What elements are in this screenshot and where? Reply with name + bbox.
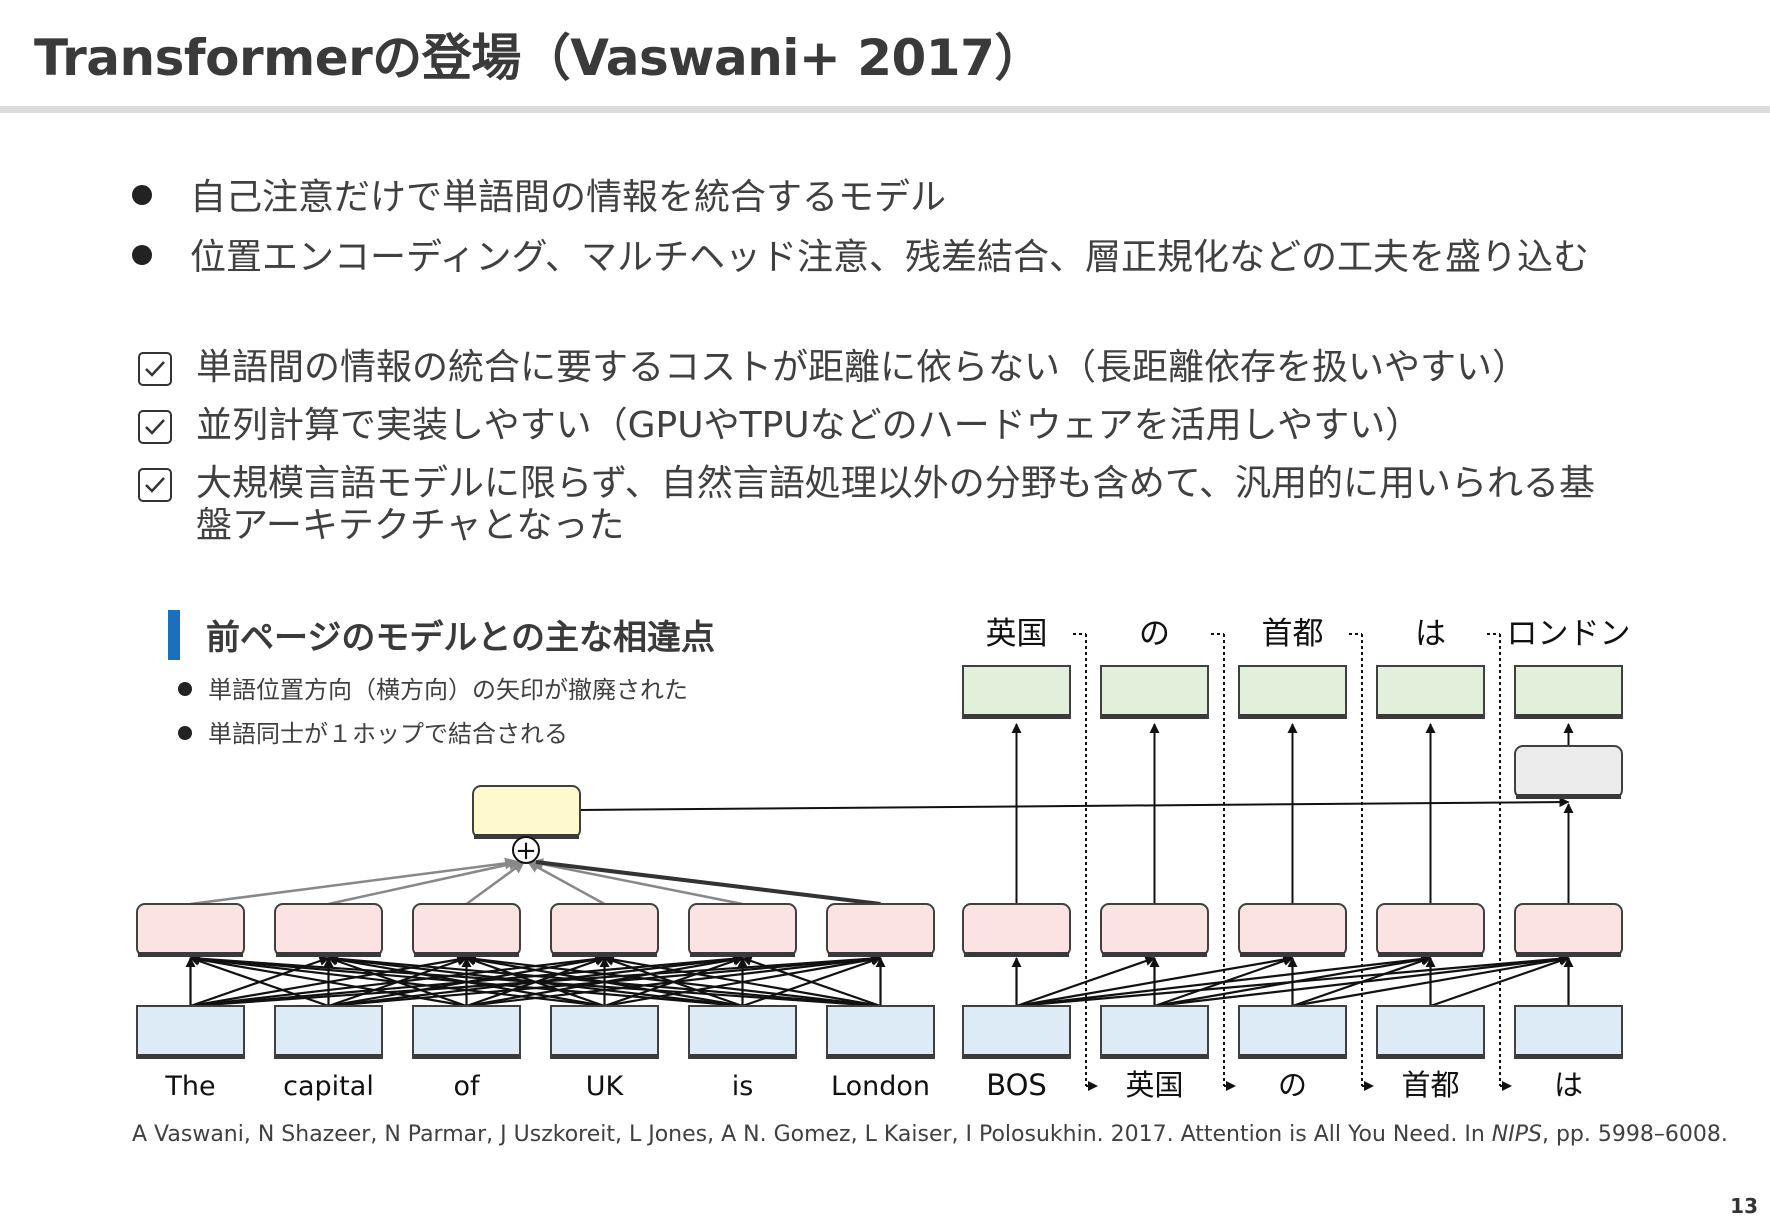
decoder-output-box-shadow — [964, 714, 1069, 719]
decoder-input-box — [1100, 1005, 1209, 1059]
context-to-attention-arrow — [579, 797, 1570, 811]
decoder-input-box — [1238, 1005, 1347, 1059]
decoder-output-box-shadow — [1102, 714, 1207, 719]
citation-text: A Vaswani, N Shazeer, N Parmar, J Uszkor… — [132, 1122, 1492, 1147]
encoder-hidden-box — [136, 903, 245, 957]
decoder-output-box-shadow — [1240, 714, 1345, 719]
citation: A Vaswani, N Shazeer, N Parmar, J Uszkor… — [132, 1122, 1728, 1147]
decoder-output-label: は — [1415, 616, 1446, 652]
encoder-word-label: UK — [586, 1071, 625, 1102]
decoder-output-label: ロンドン — [1507, 616, 1631, 652]
encoder-input-box-shadow — [828, 1054, 933, 1059]
encoder-input-box-shadow — [690, 1054, 795, 1059]
encoder-hidden-box-shadow — [552, 952, 657, 957]
decoder-hidden-box-shadow — [1378, 952, 1483, 957]
encoder-hidden-box-shadow — [414, 952, 519, 957]
decoder-input-box — [1514, 1005, 1623, 1059]
decoder-hidden-box — [962, 903, 1071, 957]
encoder-input-box — [412, 1005, 521, 1059]
encoder-hidden-box — [412, 903, 521, 957]
page-number: 13 — [1730, 1194, 1758, 1218]
encoder-input-box — [550, 1005, 659, 1059]
decoder-output-label: 首都 — [1262, 616, 1324, 652]
encoder-hidden-box — [274, 903, 383, 957]
decoder-input-box-shadow — [1240, 1054, 1345, 1059]
decoder-input-box — [962, 1005, 1071, 1059]
encoder-input-box-shadow — [138, 1054, 243, 1059]
decoder-output-box — [1514, 665, 1623, 719]
encoder-input-box-shadow — [276, 1054, 381, 1059]
decoder-output-box-shadow — [1516, 714, 1621, 719]
transformer-diagram: +The capital of UK is London BOS 英国の首都 は英国の首都はロン… — [136, 616, 1631, 1102]
encoder-input-box — [136, 1005, 245, 1059]
decoder-output-label: の — [1139, 616, 1170, 652]
decoder-input-label: 英国 — [1125, 1068, 1183, 1102]
decoder-input-label: BOS — [986, 1068, 1047, 1102]
decoder-input-box-shadow — [1102, 1054, 1207, 1059]
decoder-output-box-shadow — [1378, 714, 1483, 719]
decoder-output-box — [962, 665, 1071, 719]
decoder-hidden-box-shadow — [1240, 952, 1345, 957]
encoder-input-box — [274, 1005, 383, 1059]
decoder-output-box — [1238, 665, 1347, 719]
sum-symbol: + — [515, 836, 537, 866]
decoder-output-box — [1100, 665, 1209, 719]
citation-venue: NIPS — [1491, 1122, 1542, 1147]
encoder-word-label: The — [164, 1071, 215, 1102]
decoder-hidden-box — [1100, 903, 1209, 957]
decoder-hidden-box-shadow — [1516, 952, 1621, 957]
encoder-input-box — [826, 1005, 935, 1059]
encoder-hidden-box — [826, 903, 935, 957]
context-box — [472, 785, 581, 839]
encoder-hidden-box-shadow — [690, 952, 795, 957]
encoder-hidden-box-shadow — [828, 952, 933, 957]
encoder-input-box — [688, 1005, 797, 1059]
attention-box-shadow — [1516, 794, 1621, 799]
encoder-input-box-shadow — [414, 1054, 519, 1059]
decoder-input-label: は — [1554, 1068, 1583, 1102]
encoder-hidden-box — [688, 903, 797, 957]
decoder-input-box-shadow — [964, 1054, 1069, 1059]
decoder-output-box — [1376, 665, 1485, 719]
decoder-hidden-box — [1238, 903, 1347, 957]
decoder-input-box-shadow — [1516, 1054, 1621, 1059]
encoder-hidden-box-shadow — [138, 952, 243, 957]
citation-pages: , pp. 5998–6008. — [1541, 1122, 1728, 1147]
decoder-hidden-box-shadow — [964, 952, 1069, 957]
decoder-input-box-shadow — [1378, 1054, 1483, 1059]
encoder-word-label: London — [831, 1071, 930, 1102]
encoder-word-label: capital — [283, 1071, 374, 1102]
decoder-output-label: 英国 — [986, 616, 1048, 652]
decoder-hidden-box — [1376, 903, 1485, 957]
decoder-input-label: 首都 — [1401, 1068, 1459, 1102]
encoder-hidden-box — [550, 903, 659, 957]
decoder-hidden-box — [1514, 903, 1623, 957]
decoder-input-label: の — [1278, 1068, 1307, 1102]
decoder-input-box — [1376, 1005, 1485, 1059]
attention-box — [1514, 745, 1623, 799]
encoder-hidden-box-shadow — [276, 952, 381, 957]
encoder-word-label: of — [453, 1071, 481, 1102]
encoder-input-box-shadow — [552, 1054, 657, 1059]
encoder-word-label: is — [732, 1071, 754, 1102]
decoder-hidden-box-shadow — [1102, 952, 1207, 957]
